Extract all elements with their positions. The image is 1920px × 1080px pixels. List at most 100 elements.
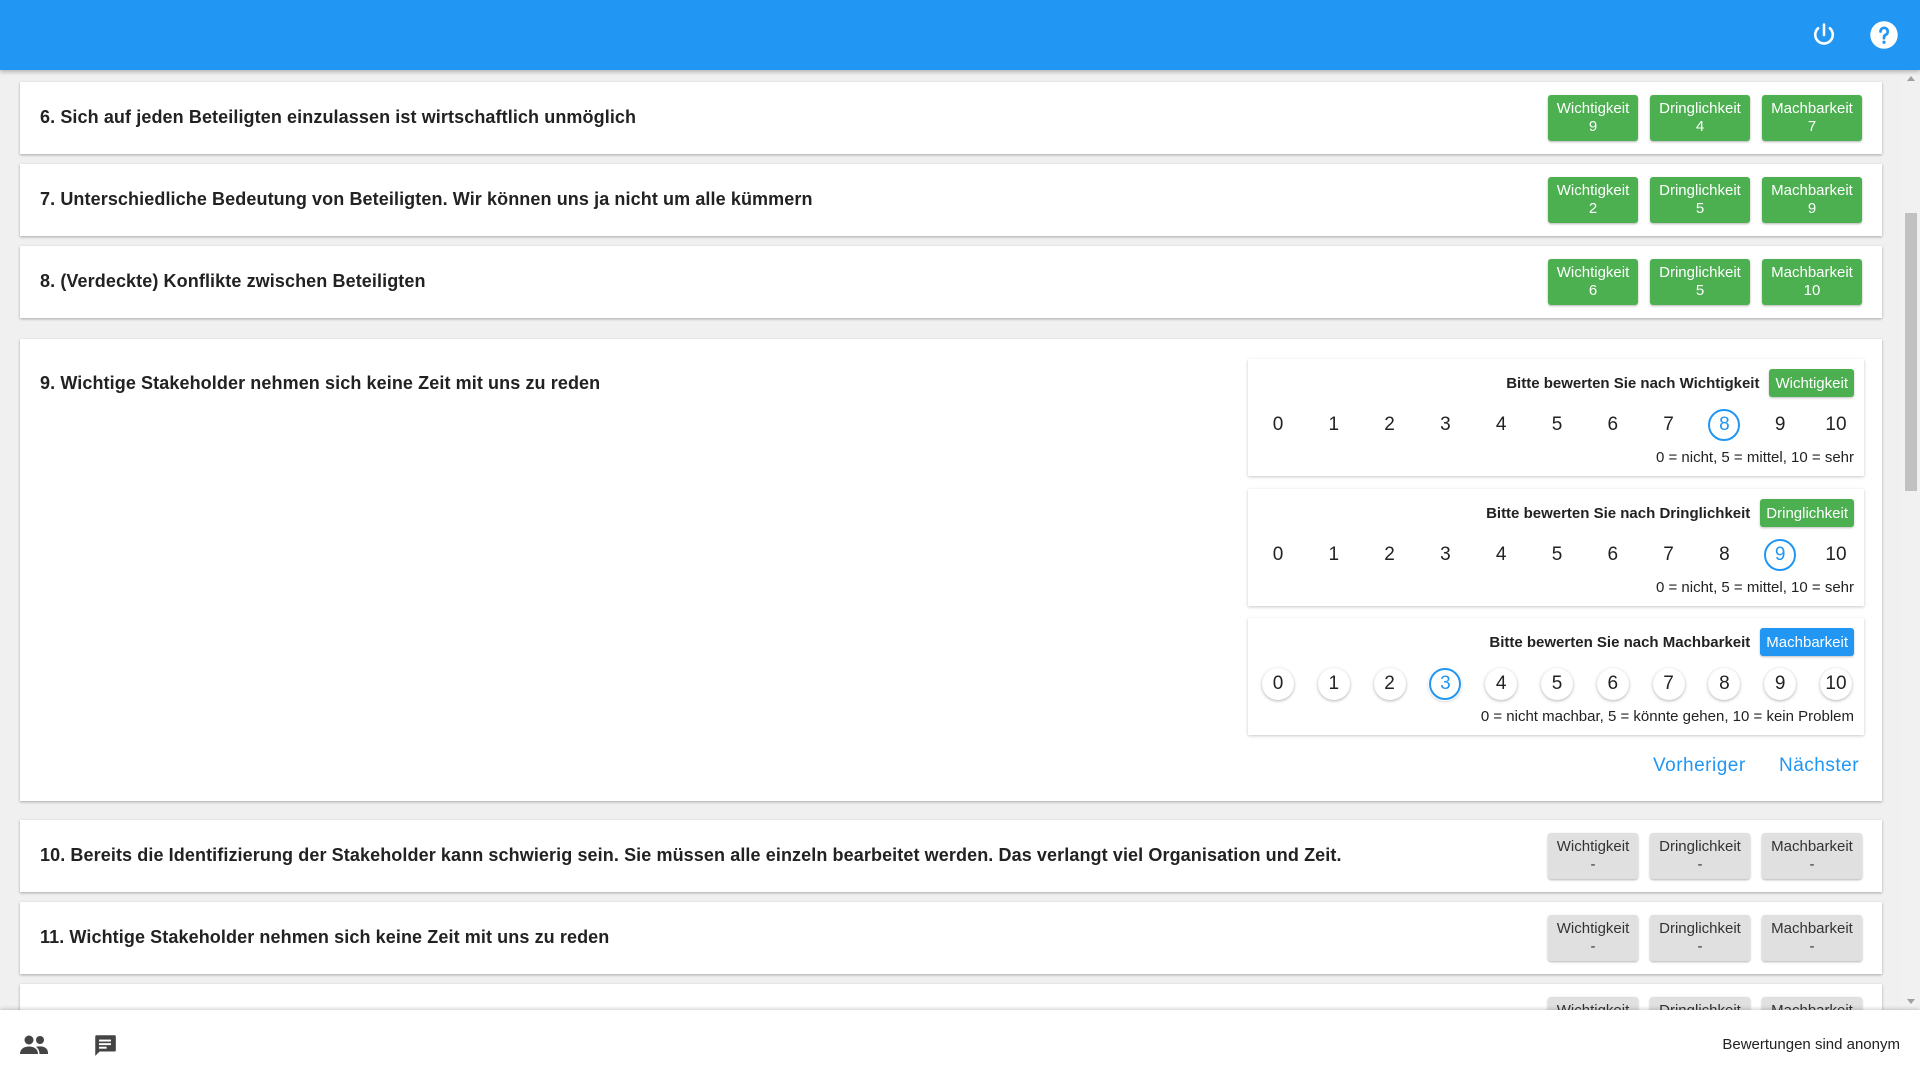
app-bar — [0, 0, 1920, 70]
chip-value: 4 — [1695, 118, 1705, 135]
chip-label: Dringlichkeit — [1659, 1002, 1741, 1010]
rating-option-5[interactable]: 5 — [1541, 539, 1573, 571]
rating-option-9[interactable]: 9 — [1764, 668, 1797, 700]
importance-chip[interactable]: Wichtigkeit- — [1548, 997, 1638, 1010]
chat-icon — [95, 1035, 116, 1056]
feasibility-chip[interactable]: Machbarkeit- — [1762, 833, 1862, 879]
rating-option-6[interactable]: 6 — [1596, 668, 1629, 700]
importance-chip[interactable]: Wichtigkeit- — [1548, 915, 1638, 961]
chip-label: Machbarkeit — [1771, 838, 1853, 855]
rating-option-3[interactable]: 3 — [1429, 409, 1461, 441]
rating-option-6[interactable]: 6 — [1597, 409, 1629, 441]
importance-chip[interactable]: Wichtigkeit 9 — [1548, 95, 1638, 141]
rating-option-9[interactable]: 9 — [1764, 539, 1797, 571]
chip-label: Machbarkeit — [1771, 100, 1853, 117]
chip-value: 9 — [1588, 118, 1598, 135]
chip-label: Machbarkeit — [1771, 920, 1853, 937]
rating-chips: Wichtigkeit- Dringlichkeit- Machbarkeit- — [1548, 833, 1862, 879]
rating-option-10[interactable]: 10 — [1820, 409, 1852, 441]
rating-option-3[interactable]: 3 — [1429, 668, 1462, 700]
question-card-11[interactable]: 11. Wichtige Stakeholder nehmen sich kei… — [20, 902, 1882, 974]
urgency-chip[interactable]: Dringlichkeit 4 — [1650, 95, 1750, 141]
rating-option-0[interactable]: 0 — [1262, 409, 1294, 441]
urgency-chip[interactable]: Dringlichkeit 5 — [1650, 259, 1750, 305]
power-button[interactable] — [1806, 17, 1842, 53]
feasibility-chip[interactable]: Machbarkeit- — [1762, 915, 1862, 961]
rating-chips: Wichtigkeit 9 Dringlichkeit 4 Machbarkeit 7 — [1548, 95, 1862, 141]
rating-option-10[interactable]: 10 — [1819, 668, 1852, 700]
rating-option-1[interactable]: 1 — [1317, 668, 1350, 700]
rating-option-0[interactable]: 0 — [1262, 668, 1294, 700]
vertical-scrollbar[interactable] — [1902, 70, 1920, 1010]
participants-button[interactable] — [18, 1031, 50, 1059]
scroll-up-arrow[interactable] — [1907, 76, 1915, 81]
bottom-bar: Bewertungen sind anonym — [0, 1010, 1920, 1080]
urgency-tag: Dringlichkeit — [1760, 499, 1854, 527]
feasibility-chip[interactable]: Machbarkeit 9 — [1762, 177, 1862, 223]
question-card-12[interactable]: Wichtigkeit- Dringlichkeit- Machbarkeit- — [20, 984, 1882, 1010]
help-button[interactable] — [1866, 17, 1902, 53]
rating-option-5[interactable]: 5 — [1541, 409, 1573, 441]
feasibility-chip[interactable]: Machbarkeit 10 — [1762, 259, 1862, 305]
question-card-8[interactable]: 8. (Verdeckte) Konflikte zwischen Beteil… — [20, 246, 1882, 318]
rating-option-3[interactable]: 3 — [1429, 539, 1461, 571]
rating-prompt: Bitte bewerten Sie nach Dringlichkeit Dr… — [1486, 499, 1854, 527]
rating-option-10[interactable]: 10 — [1820, 539, 1852, 571]
feasibility-rating-panel: Bitte bewerten Sie nach Machbarkeit Mach… — [1248, 618, 1864, 735]
urgency-chip[interactable]: Dringlichkeit- — [1650, 915, 1750, 961]
rating-option-2[interactable]: 2 — [1374, 539, 1406, 571]
chip-value: 5 — [1695, 200, 1705, 217]
question-title: 7. Unterschiedliche Bedeutung von Beteil… — [40, 189, 813, 209]
rating-scale: 0 1 2 3 4 5 6 7 8 9 10 — [1262, 409, 1852, 441]
people-icon — [20, 1035, 48, 1054]
chip-label: Wichtigkeit — [1557, 1002, 1630, 1010]
urgency-rating-panel: Bitte bewerten Sie nach Dringlichkeit Dr… — [1248, 489, 1864, 606]
rating-chips: Wichtigkeit 6 Dringlichkeit 5 Machbarkeit 1… — [1548, 259, 1862, 305]
rating-option-0[interactable]: 0 — [1262, 539, 1294, 571]
chip-label: Dringlichkeit — [1659, 838, 1741, 855]
chip-value: 2 — [1588, 200, 1598, 217]
previous-button[interactable]: Vorheriger — [1653, 755, 1746, 777]
chat-button[interactable] — [89, 1031, 121, 1059]
rating-option-1[interactable]: 1 — [1318, 409, 1350, 441]
importance-rating-panel: Bitte bewerten Sie nach Wichtigkeit Wich… — [1248, 359, 1864, 476]
chip-label: Machbarkeit — [1771, 264, 1853, 281]
rating-option-2[interactable]: 2 — [1374, 409, 1406, 441]
rating-option-5[interactable]: 5 — [1540, 668, 1573, 700]
next-button[interactable]: Nächster — [1779, 755, 1859, 777]
importance-chip[interactable]: Wichtigkeit- — [1548, 833, 1638, 879]
rating-option-4[interactable]: 4 — [1485, 539, 1517, 571]
rating-option-1[interactable]: 1 — [1318, 539, 1350, 571]
rating-option-4[interactable]: 4 — [1485, 409, 1517, 441]
chip-label: Wichtigkeit — [1556, 920, 1630, 937]
chip-value: 7 — [1807, 118, 1817, 135]
urgency-chip[interactable]: Dringlichkeit- — [1650, 997, 1750, 1010]
chip-label: Wichtigkeit — [1556, 100, 1630, 117]
importance-tag: Wichtigkeit — [1769, 369, 1854, 397]
importance-chip[interactable]: Wichtigkeit 6 — [1548, 259, 1638, 305]
rating-option-8[interactable]: 8 — [1708, 539, 1740, 571]
rating-option-4[interactable]: 4 — [1485, 668, 1518, 700]
rating-prompt-text: Bitte bewerten Sie nach Machbarkeit — [1489, 633, 1751, 651]
question-card-10[interactable]: 10. Bereits die Identifizierung der Stak… — [20, 820, 1882, 892]
feasibility-chip[interactable]: Machbarkeit 7 — [1762, 95, 1862, 141]
chip-value: 5 — [1695, 282, 1705, 299]
question-card-7[interactable]: 7. Unterschiedliche Bedeutung von Beteil… — [20, 164, 1882, 236]
urgency-chip[interactable]: Dringlichkeit 5 — [1650, 177, 1750, 223]
scrollbar-thumb[interactable] — [1905, 213, 1917, 491]
rating-option-7[interactable]: 7 — [1653, 539, 1685, 571]
rating-option-7[interactable]: 7 — [1653, 409, 1685, 441]
rating-option-2[interactable]: 2 — [1373, 668, 1406, 700]
feasibility-chip[interactable]: Machbarkeit- — [1762, 997, 1862, 1010]
rating-option-9[interactable]: 9 — [1764, 409, 1796, 441]
rating-option-8[interactable]: 8 — [1708, 409, 1741, 441]
urgency-chip[interactable]: Dringlichkeit- — [1650, 833, 1750, 879]
chip-label: Wichtigkeit — [1556, 182, 1630, 199]
anonymity-status: Bewertungen sind anonym — [1722, 1036, 1900, 1053]
rating-option-8[interactable]: 8 — [1708, 668, 1741, 700]
rating-option-7[interactable]: 7 — [1652, 668, 1685, 700]
question-card-6[interactable]: 6. Sich auf jeden Beteiligten einzulasse… — [20, 82, 1882, 154]
importance-chip[interactable]: Wichtigkeit 2 — [1548, 177, 1638, 223]
rating-option-6[interactable]: 6 — [1597, 539, 1629, 571]
scroll-down-arrow[interactable] — [1907, 999, 1915, 1004]
